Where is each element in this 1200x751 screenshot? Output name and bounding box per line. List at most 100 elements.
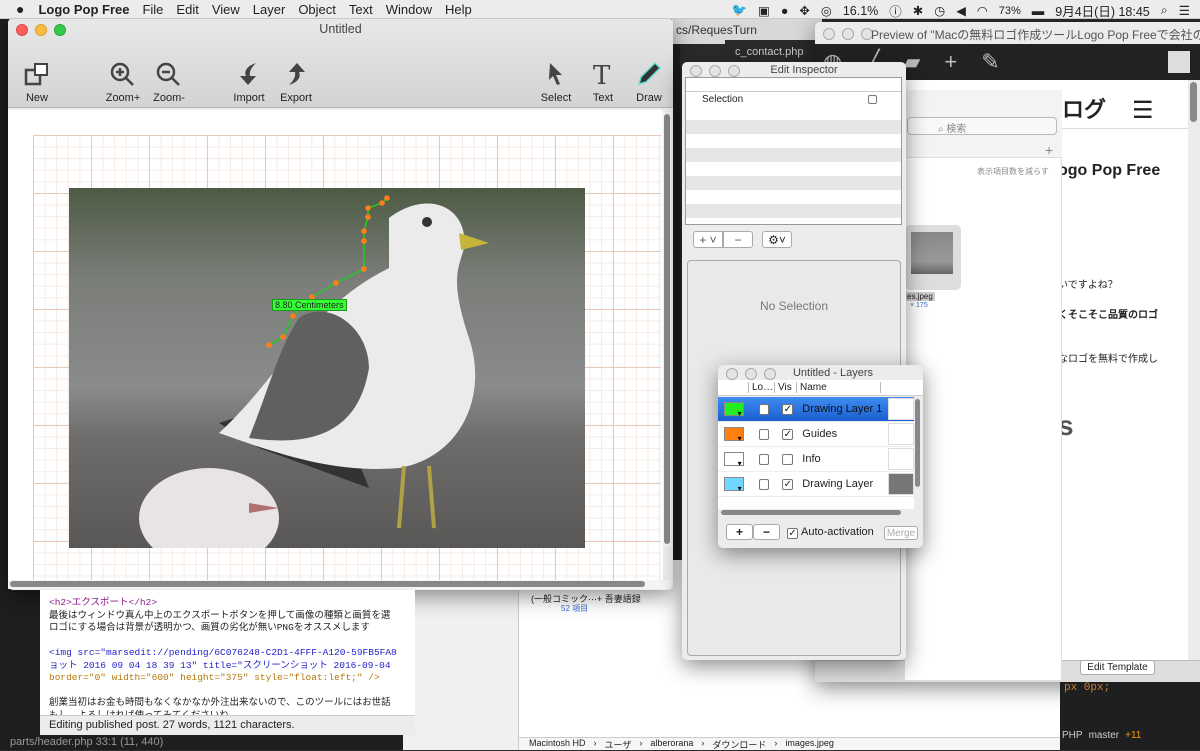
layer-visible-checkbox[interactable] bbox=[782, 453, 794, 465]
layer-color-swatch[interactable] bbox=[724, 402, 744, 418]
export-button[interactable]: Export bbox=[271, 62, 321, 104]
path-item[interactable]: ダウンロード bbox=[712, 738, 766, 750]
layer-visible-checkbox[interactable]: ✓ bbox=[782, 478, 794, 490]
settings-menu-button[interactable]: ⚙˅ bbox=[762, 231, 792, 248]
path-control-point[interactable] bbox=[266, 342, 272, 348]
vertical-scrollbar[interactable] bbox=[663, 112, 671, 547]
pencil-icon[interactable]: ✎ bbox=[981, 49, 999, 75]
bluetooth-icon[interactable]: ✱ bbox=[913, 3, 923, 18]
remove-button[interactable]: − bbox=[723, 231, 753, 248]
language-label[interactable]: PHP bbox=[1062, 730, 1083, 741]
layer-row[interactable]: ✓ Drawing Layer bbox=[718, 472, 914, 497]
merge-button[interactable]: Merge bbox=[884, 526, 918, 540]
drawing-page[interactable]: 8.80 Centimeters bbox=[33, 135, 661, 580]
select-button[interactable]: Select bbox=[531, 62, 581, 104]
path-item[interactable]: Macintosh HD bbox=[529, 738, 586, 750]
file-name[interactable]: es.jpeg bbox=[905, 292, 935, 301]
sync-icon[interactable]: ◎ bbox=[821, 3, 832, 18]
menu-object[interactable]: Object bbox=[298, 2, 336, 17]
canvas-area[interactable]: 8.80 Centimeters bbox=[8, 110, 663, 580]
column-name[interactable]: Name bbox=[796, 382, 881, 393]
info-icon[interactable]: ⓘ bbox=[889, 1, 902, 20]
path-control-point[interactable] bbox=[361, 228, 367, 234]
battery-icon[interactable]: ▬ bbox=[1032, 4, 1045, 18]
layer-lock-checkbox[interactable] bbox=[758, 428, 770, 440]
path-control-point[interactable] bbox=[361, 238, 367, 244]
layer-name[interactable]: Info bbox=[802, 453, 888, 465]
layer-visible-checkbox[interactable]: ✓ bbox=[782, 428, 794, 440]
layer-lock-checkbox[interactable] bbox=[758, 403, 770, 415]
avatar[interactable] bbox=[1168, 51, 1190, 73]
twitter-icon[interactable]: 🐦 bbox=[731, 3, 747, 18]
reduce-items-link[interactable]: 表示項目数を減らす bbox=[977, 166, 1049, 177]
image-thumbnail[interactable] bbox=[905, 225, 961, 290]
selection-checkbox[interactable] bbox=[868, 94, 877, 104]
text-button[interactable]: T Text bbox=[578, 62, 628, 104]
volume-icon[interactable]: ◀ bbox=[956, 3, 966, 18]
apple-icon[interactable]: ● bbox=[16, 1, 24, 17]
layer-row[interactable]: ✓ Drawing Layer 1 bbox=[718, 397, 914, 422]
cpu-usage[interactable]: 16.1% bbox=[843, 4, 878, 18]
search-input[interactable]: ⌕ 検索 bbox=[907, 117, 1057, 135]
clock[interactable]: 9月4日(日) 18:45 bbox=[1055, 1, 1149, 20]
git-changes[interactable]: +11 bbox=[1125, 730, 1141, 741]
layers-hscroll[interactable] bbox=[721, 510, 901, 515]
path-control-point[interactable] bbox=[365, 205, 371, 211]
layer-name[interactable]: Drawing Layer bbox=[802, 478, 888, 490]
add-menu-button[interactable]: + ˅ bbox=[693, 231, 723, 248]
dropbox-icon[interactable]: ✥ bbox=[799, 3, 809, 18]
auto-activation-checkbox[interactable]: ✓ bbox=[787, 528, 798, 539]
menu-file[interactable]: File bbox=[142, 2, 163, 17]
path-control-point[interactable] bbox=[290, 313, 296, 319]
post-editor[interactable]: <h2>エクスポート</h2> 最後はウィンドウ真ん中上のエクスポートボタンを押し… bbox=[40, 590, 415, 721]
inspector-row-selection[interactable]: Selection bbox=[686, 92, 901, 106]
path-control-point[interactable] bbox=[384, 195, 390, 201]
path-item[interactable]: images.jpeg bbox=[785, 738, 834, 750]
path-control-point[interactable] bbox=[361, 266, 367, 272]
path-control-point[interactable] bbox=[365, 214, 371, 220]
menu-text[interactable]: Text bbox=[349, 2, 373, 17]
layer-color-swatch[interactable] bbox=[724, 452, 744, 468]
draw-button[interactable]: Draw bbox=[624, 62, 673, 104]
zoom-out-button[interactable]: Zoom- bbox=[144, 62, 194, 104]
battery-percent[interactable]: 73% bbox=[999, 5, 1021, 17]
path-item[interactable]: ユーザ bbox=[605, 738, 632, 750]
layer-row[interactable]: Info bbox=[718, 447, 914, 472]
window-controls[interactable] bbox=[823, 28, 873, 40]
layer-visible-checkbox[interactable]: ✓ bbox=[782, 403, 794, 415]
edit-template-button[interactable]: Edit Template bbox=[1080, 660, 1155, 675]
add-icon[interactable]: + bbox=[1045, 142, 1053, 158]
layer-row[interactable]: ✓ Guides bbox=[718, 422, 914, 447]
remove-layer-button[interactable]: − bbox=[753, 524, 780, 540]
layer-name[interactable]: Drawing Layer 1 bbox=[802, 403, 888, 415]
menu-view[interactable]: View bbox=[212, 2, 240, 17]
plus-icon[interactable]: + bbox=[944, 49, 957, 75]
hamburger-icon[interactable]: ☰ bbox=[1132, 96, 1154, 125]
new-button[interactable]: New bbox=[12, 62, 62, 104]
notification-icon[interactable]: ☰ bbox=[1179, 3, 1190, 18]
app-icon[interactable]: ▣ bbox=[758, 3, 770, 18]
menu-edit[interactable]: Edit bbox=[176, 2, 198, 17]
layer-name[interactable]: Guides bbox=[802, 428, 888, 440]
measurement-line[interactable] bbox=[268, 197, 388, 346]
path-control-point[interactable] bbox=[379, 200, 385, 206]
layer-color-swatch[interactable] bbox=[724, 427, 744, 443]
layer-lock-checkbox[interactable] bbox=[758, 478, 770, 490]
line-icon[interactable]: ● bbox=[781, 4, 789, 18]
layer-color-swatch[interactable] bbox=[724, 477, 744, 493]
path-control-point[interactable] bbox=[280, 334, 286, 340]
wifi-icon[interactable]: ◠ bbox=[977, 3, 988, 18]
layer-lock-checkbox[interactable] bbox=[758, 453, 770, 465]
column-visible[interactable]: Vis bbox=[774, 382, 796, 393]
column-lock[interactable]: Lo… bbox=[748, 382, 774, 393]
menu-app[interactable]: Logo Pop Free bbox=[38, 2, 129, 17]
menu-window[interactable]: Window bbox=[386, 2, 432, 17]
path-control-point[interactable] bbox=[333, 280, 339, 286]
add-layer-button[interactable]: + bbox=[726, 524, 753, 540]
zoom-in-button[interactable]: Zoom+ bbox=[98, 62, 148, 104]
spotlight-icon[interactable]: ⌕ bbox=[1161, 3, 1168, 18]
inspector-list[interactable]: Selection bbox=[685, 77, 902, 225]
scrollbar[interactable] bbox=[1190, 82, 1197, 122]
horizontal-scrollbar[interactable] bbox=[8, 580, 671, 589]
layers-vscroll[interactable] bbox=[915, 399, 920, 487]
